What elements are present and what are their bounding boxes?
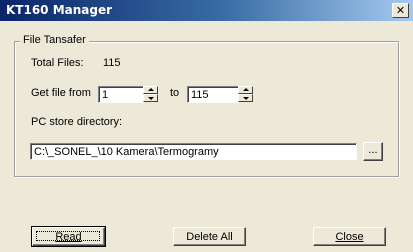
from-spinner[interactable] <box>143 86 158 103</box>
close-button-label: Close <box>335 231 364 243</box>
directory-path-input[interactable]: C:\_SONEL_\10 Kamera\Termogramy <box>30 143 357 160</box>
arrow-up-icon <box>243 88 249 91</box>
total-files-label: Total Files: <box>31 57 84 69</box>
group-title: File Tansafer <box>20 34 89 46</box>
close-button[interactable]: Close <box>313 227 386 246</box>
from-input[interactable]: 1 <box>98 86 144 103</box>
to-input[interactable]: 115 <box>187 86 239 103</box>
to-label: to <box>170 87 180 99</box>
read-button-label: Read <box>55 231 82 243</box>
from-spin-up-button[interactable] <box>143 86 158 94</box>
directory-path-value: C:\_SONEL_\10 Kamera\Termogramy <box>34 146 219 158</box>
total-files-value: 115 <box>103 57 121 69</box>
delete-all-button-label: Delete All <box>186 231 233 243</box>
get-file-from-label: Get file from <box>31 87 91 99</box>
to-value: 115 <box>191 89 209 101</box>
delete-all-button[interactable]: Delete All <box>173 227 246 246</box>
to-spin-up-button[interactable] <box>238 86 253 94</box>
from-spin-down-button[interactable] <box>143 94 158 102</box>
window-title: KT160 Manager <box>6 3 113 17</box>
to-spin-down-button[interactable] <box>238 94 253 102</box>
pc-store-directory-label: PC store directory: <box>31 116 123 128</box>
browse-label: ... <box>368 144 378 156</box>
arrow-down-icon <box>148 97 154 100</box>
read-button[interactable]: Read <box>31 226 106 247</box>
to-spinner[interactable] <box>238 86 253 103</box>
title-bar: KT160 Manager ✕ <box>0 0 413 21</box>
close-icon: ✕ <box>395 4 406 17</box>
browse-button[interactable]: ... <box>363 142 383 161</box>
arrow-down-icon <box>243 97 249 100</box>
from-value: 1 <box>102 89 109 101</box>
close-window-button[interactable]: ✕ <box>392 3 409 18</box>
arrow-up-icon <box>148 88 154 91</box>
